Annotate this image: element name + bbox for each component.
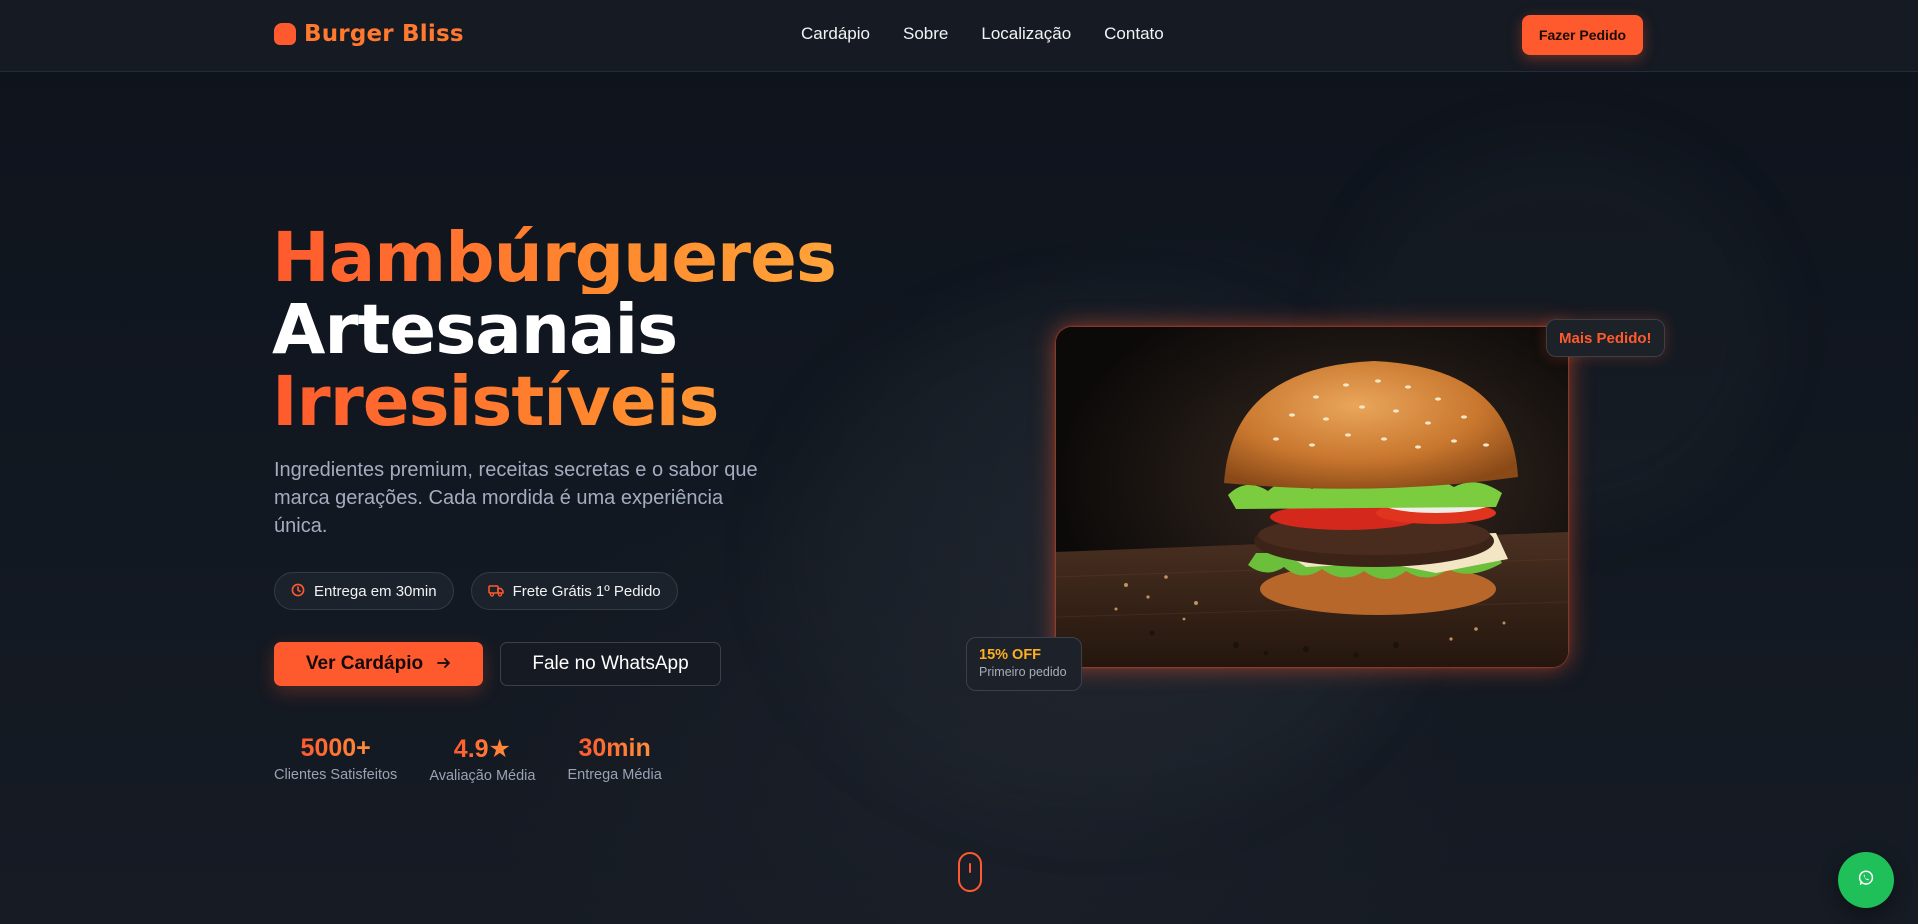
truck-icon [487, 584, 504, 599]
whatsapp-icon [1857, 869, 1875, 892]
burger-image [1056, 327, 1568, 667]
whatsapp-contact-button[interactable]: Fale no WhatsApp [500, 642, 721, 686]
stat-customers: 5000+ Clientes Satisfeitos [274, 734, 397, 784]
stat-label: Clientes Satisfeitos [274, 767, 398, 783]
stat-rating: 4.9★ Avaliação Média [429, 734, 535, 784]
feature-chips: Entrega em 30min Frete Grátis 1º Pedido [274, 572, 678, 610]
scroll-dot [969, 863, 971, 873]
hero-title-line-2: Artesanais [272, 290, 678, 370]
stats: 5000+ Clientes Satisfeitos 4.9★ Avaliaçã… [274, 734, 662, 784]
discount-subtitle: Primeiro pedido [979, 665, 1067, 679]
chip-label: Entrega em 30min [314, 582, 437, 600]
scroll-indicator[interactable] [958, 852, 982, 892]
stat-label: Avaliação Média [429, 768, 536, 784]
nav-link-localizacao[interactable]: Localização [981, 24, 1071, 44]
page: Burger Bliss Cardápio Sobre Localização … [0, 0, 1918, 924]
hero-title-line-1: Hambúrgueres [272, 218, 837, 298]
stat-label: Entrega Média [567, 767, 662, 783]
hero-title: Hambúrgueres Artesanais Irresistíveis [272, 218, 837, 438]
view-menu-button[interactable]: Ver Cardápio [274, 642, 483, 686]
cta-buttons: Ver Cardápio Fale no WhatsApp [274, 642, 721, 686]
navbar: Burger Bliss Cardápio Sobre Localização … [0, 0, 1918, 72]
nav-links: Cardápio Sobre Localização Contato [801, 24, 1164, 44]
nav-link-sobre[interactable]: Sobre [903, 24, 948, 44]
hero-title-line-3: Irresistíveis [272, 366, 836, 438]
hero-subtitle: Ingredientes premium, receitas secretas … [274, 459, 758, 537]
brand-logo[interactable]: Burger Bliss [274, 21, 464, 47]
discount-title: 15% OFF [979, 647, 1042, 663]
order-button[interactable]: Fazer Pedido [1522, 15, 1643, 55]
delivery-time-chip: Entrega em 30min [274, 572, 454, 610]
burger-icon [274, 23, 296, 45]
nav-link-contato[interactable]: Contato [1104, 24, 1164, 44]
chip-label: Frete Grátis 1º Pedido [512, 582, 661, 600]
clock-icon [291, 583, 305, 599]
whatsapp-float-button[interactable] [1838, 852, 1894, 908]
view-menu-label: Ver Cardápio [305, 653, 424, 674]
discount-badge: 15% OFF Primeiro pedido [966, 637, 1082, 691]
nav-link-cardapio[interactable]: Cardápio [801, 24, 870, 44]
free-shipping-chip: Frete Grátis 1º Pedido [470, 572, 678, 610]
stat-value: 5000+ [300, 734, 371, 762]
arrow-right-icon [437, 653, 451, 675]
brand-name: Burger Bliss [304, 21, 464, 47]
stat-value: 4.9★ [453, 735, 511, 763]
burger-illustration [1056, 327, 1568, 667]
most-ordered-badge: Mais Pedido! [1546, 319, 1665, 357]
stat-value: 30min [578, 734, 651, 762]
stat-delivery: 30min Entrega Média [567, 734, 661, 784]
